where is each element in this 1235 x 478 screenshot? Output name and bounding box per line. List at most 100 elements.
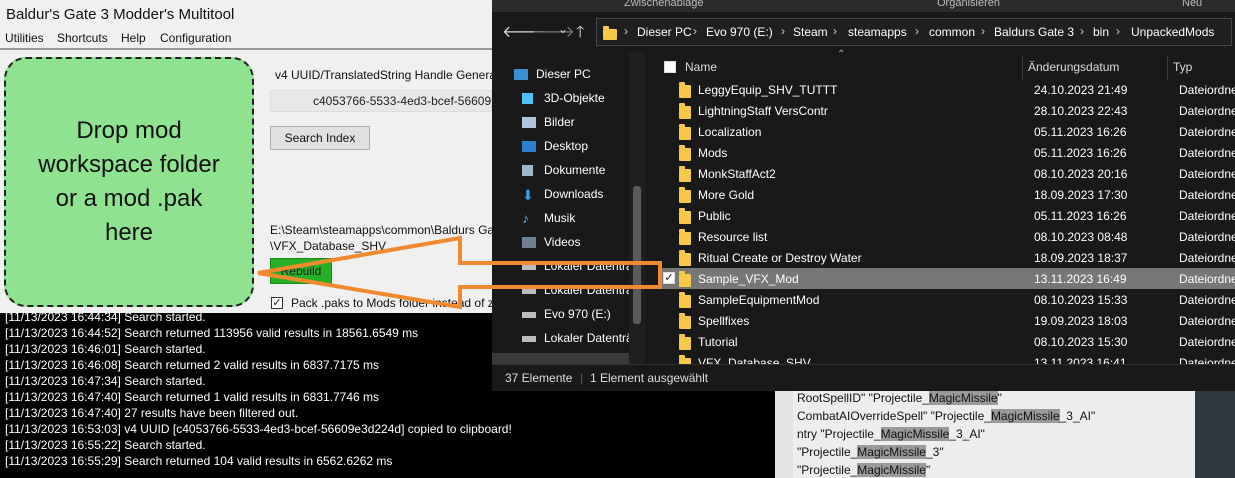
breadcrumb-unpackedmods[interactable]: UnpackedMods (1131, 25, 1214, 39)
file-row[interactable]: Resource list 08.10.2023 08:48 Dateiordner (659, 226, 1235, 247)
column-divider[interactable] (1167, 56, 1168, 80)
sidebar-item-documents[interactable]: Dokumente (522, 163, 605, 177)
log-line: [11/13/2023 16:47:40] Search returned 1 … (5, 390, 380, 404)
menu-help[interactable]: Help (121, 31, 146, 45)
rebuild-button[interactable]: Rebuild (270, 258, 332, 284)
row-checkbox[interactable]: ✓ (663, 272, 675, 284)
chevron-right-icon[interactable]: › (915, 24, 919, 38)
menu-utilities[interactable]: Utilities (5, 31, 44, 45)
documents-icon (522, 165, 533, 176)
mod-drop-zone[interactable]: Drop mod workspace folder or a mod .pak … (4, 57, 254, 307)
column-header-name[interactable]: Name (685, 60, 717, 74)
file-row[interactable]: Ritual Create or Destroy Water 18.09.2023… (659, 247, 1235, 268)
workspace-path-line2: \VFX_Database_SHV (270, 239, 387, 253)
pack-paks-label: Pack .paks to Mods folder instead of z (291, 296, 494, 310)
file-type: Dateiordner (1179, 314, 1235, 328)
chevron-right-icon[interactable]: › (693, 24, 697, 38)
file-row[interactable]: MonkStaffAct2 08.10.2023 20:16 Dateiordner (659, 163, 1235, 184)
sidebar-item-local-disk-2[interactable]: Lokaler Datenträ (522, 283, 633, 297)
breadcrumb-drive[interactable]: Evo 970 (E:) (706, 25, 773, 39)
folder-icon (679, 103, 691, 120)
result-line[interactable]: CombatAIOverrideSpell" "Projectile_Magic… (797, 409, 1095, 423)
item-count: 37 Elemente (505, 371, 573, 385)
chevron-right-icon[interactable]: › (781, 24, 785, 38)
chevron-right-icon[interactable]: › (1080, 24, 1084, 38)
menu-configuration[interactable]: Configuration (160, 31, 231, 45)
video-icon (522, 237, 536, 248)
result-line[interactable]: "Projectile_MagicMissile_3" (797, 445, 944, 459)
chevron-right-icon[interactable]: › (981, 24, 985, 38)
download-icon: ⬇ (522, 187, 534, 203)
file-date: 19.09.2023 18:03 (1034, 314, 1128, 328)
result-line[interactable]: RootSpellID" "Projectile_MagicMissile" (797, 391, 1002, 405)
chevron-down-icon[interactable]: ⌄ (558, 22, 568, 36)
chevron-right-icon[interactable]: › (624, 24, 628, 38)
breadcrumb-bin[interactable]: bin (1093, 25, 1109, 39)
file-type: Dateiordner (1179, 251, 1235, 265)
search-index-button[interactable]: Search Index (270, 126, 370, 150)
file-type: Dateiordner (1179, 293, 1235, 307)
log-line: [11/13/2023 16:47:40] 27 results have be… (5, 406, 299, 420)
sidebar-item-local-disk-1[interactable]: Lokaler Datenträ (522, 259, 633, 273)
address-bar[interactable]: › Dieser PC › Evo 970 (E:) › Steam › ste… (596, 18, 1232, 46)
sidebar-item-local-disk-3[interactable]: Lokaler Datenträ (522, 331, 633, 345)
file-type: Dateiordner (1179, 188, 1235, 202)
sidebar-item-desktop[interactable]: Desktop (522, 139, 588, 153)
column-header-date[interactable]: Änderungsdatum (1028, 60, 1119, 74)
log-line: [11/13/2023 16:47:34] Search started. (5, 374, 206, 388)
sidebar-item-evo-970[interactable]: Evo 970 (E:) (522, 307, 611, 321)
file-row[interactable]: ✓ Sample_VFX_Mod 13.11.2023 16:49 Dateiordn… (659, 268, 1235, 289)
result-line[interactable]: ntry "Projectile_MagicMissile_3_AI" (797, 427, 985, 441)
file-name: Spellfixes (698, 314, 750, 328)
log-line: [11/13/2023 16:46:01] Search started. (5, 342, 206, 356)
sidebar-item-music[interactable]: ♪ Musik (522, 210, 575, 226)
pack-paks-checkbox[interactable]: ✓ (271, 297, 283, 309)
file-row[interactable]: Localization 05.11.2023 16:26 Dateiordner (659, 121, 1235, 142)
file-type: Dateiordner (1179, 125, 1235, 139)
file-name: Resource list (698, 230, 768, 244)
file-row[interactable]: More Gold 18.09.2023 17:30 Dateiordner (659, 184, 1235, 205)
file-row[interactable]: VFX_Database_SHV 13.11.2023 16:41 Dateiord… (659, 352, 1235, 364)
sidebar-item-this-pc[interactable]: Dieser PC (514, 67, 591, 81)
ribbon-organize[interactable]: Organisieren (937, 0, 1000, 9)
file-row[interactable]: Tutorial 08.10.2023 15:30 Dateiordner (659, 331, 1235, 352)
sidebar-item-videos[interactable]: Videos (522, 235, 580, 249)
breadcrumb-baldurs-gate-3[interactable]: Baldurs Gate 3 (994, 25, 1074, 39)
breadcrumb-common[interactable]: common (929, 25, 975, 39)
file-row[interactable]: Mods 05.11.2023 16:26 Dateiordner (659, 142, 1235, 163)
folder-icon (679, 292, 691, 309)
status-bar: 37 Elemente | 1 Element ausgewählt (492, 364, 1235, 391)
column-divider[interactable] (1022, 56, 1023, 80)
breadcrumb-steamapps[interactable]: steamapps (848, 25, 907, 39)
forward-arrow-icon[interactable]: 🡒 (532, 21, 575, 42)
folder-icon (679, 166, 691, 183)
explorer-window: Zwischenablage Organisieren Neu 🡐 🡒 ⌄ 🡑 … (492, 0, 1235, 391)
file-date: 13.11.2023 16:41 (1034, 356, 1127, 364)
results-scrollbar[interactable] (775, 388, 793, 478)
sidebar-item-3d-objects[interactable]: 3D-Objekte (522, 91, 605, 105)
up-arrow-icon[interactable]: 🡑 (576, 21, 584, 48)
result-line[interactable]: "Projectile_MagicMissile" (797, 463, 930, 477)
file-type: Dateiordner (1179, 104, 1235, 118)
file-row[interactable]: LeggyEquip_SHV_TUTTT 24.10.2023 21:49 Date… (659, 79, 1235, 100)
file-row[interactable]: SampleEquipmentMod 08.10.2023 15:33 Dateio… (659, 289, 1235, 310)
chevron-right-icon[interactable]: › (833, 24, 837, 38)
file-row[interactable]: LightningStaff VersContr 28.10.2023 22:43… (659, 100, 1235, 121)
sidebar-item-pictures[interactable]: Bilder (522, 115, 575, 129)
file-row[interactable]: Public 05.11.2023 16:26 Dateiordner (659, 205, 1235, 226)
file-name: More Gold (698, 188, 755, 202)
breadcrumb-this-pc[interactable]: Dieser PC (637, 25, 692, 39)
file-row[interactable]: Spellfixes 19.09.2023 18:03 Dateiordner (659, 310, 1235, 331)
sidebar-scroll-thumb[interactable] (633, 186, 641, 324)
breadcrumb-steam[interactable]: Steam (793, 25, 828, 39)
menu-shortcuts[interactable]: Shortcuts (57, 31, 108, 45)
ribbon-new[interactable]: Neu (1182, 0, 1202, 9)
column-header-type[interactable]: Typ (1173, 60, 1192, 74)
sidebar-item-downloads[interactable]: ⬇ Downloads (522, 187, 603, 203)
ribbon-clipboard[interactable]: Zwischenablage (624, 0, 704, 9)
file-date: 18.09.2023 18:37 (1034, 251, 1128, 265)
select-all-checkbox[interactable] (664, 61, 676, 73)
chevron-right-icon[interactable]: › (1116, 24, 1120, 38)
menu-bar: Utilities Shortcuts Help Configuration (0, 30, 492, 50)
file-name: MonkStaffAct2 (698, 167, 776, 181)
